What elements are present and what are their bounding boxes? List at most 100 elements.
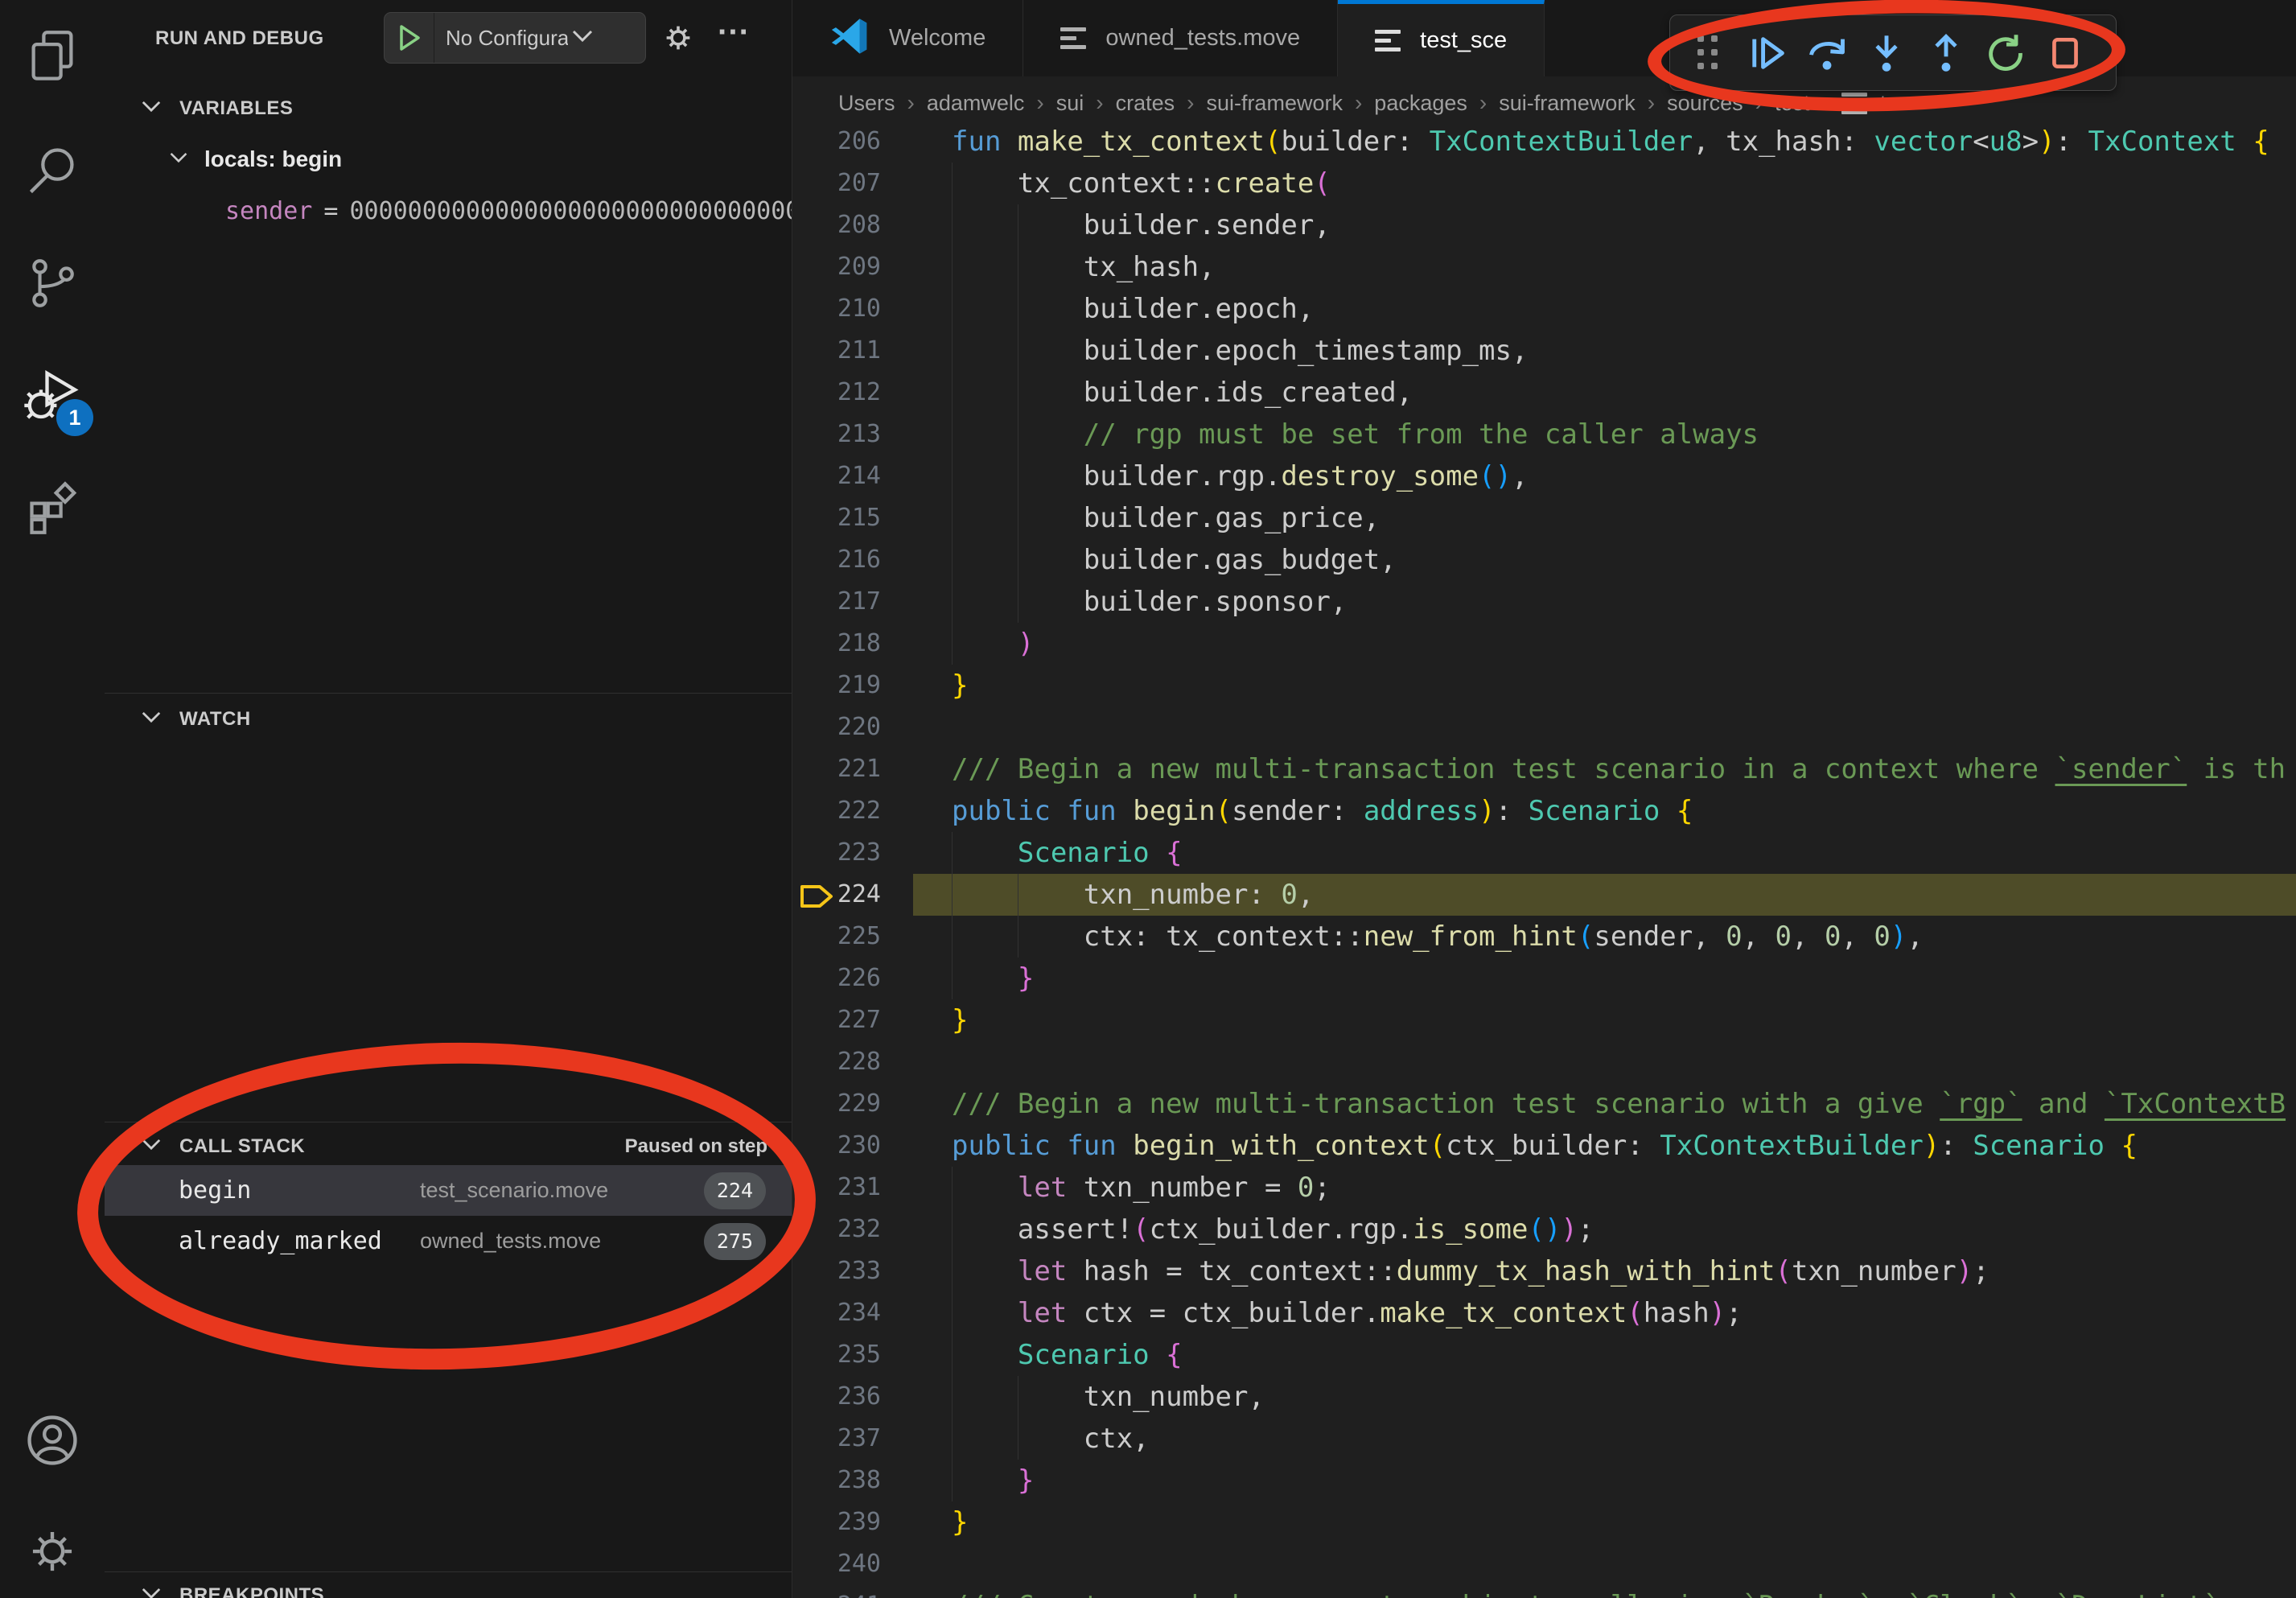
line-number[interactable]: 213 (792, 414, 913, 455)
explorer-icon[interactable] (0, 8, 105, 105)
breadcrumb-item[interactable]: sui (1056, 91, 1084, 116)
code-line[interactable]: 210 builder.epoch, (792, 288, 2296, 330)
code-line[interactable]: 221/// Begin a new multi-transaction tes… (792, 748, 2296, 790)
code-line[interactable]: 209 tx_hash, (792, 246, 2296, 288)
line-number[interactable]: 239 (792, 1501, 913, 1543)
line-number[interactable]: 231 (792, 1167, 913, 1209)
line-number[interactable]: 234 (792, 1292, 913, 1334)
code-line[interactable]: 235 Scenario { (792, 1334, 2296, 1376)
line-number[interactable]: 230 (792, 1125, 913, 1167)
line-number[interactable]: 224 (792, 874, 913, 916)
code-line[interactable]: 230public fun begin_with_context(ctx_bui… (792, 1125, 2296, 1167)
debug-settings-gear-icon[interactable] (660, 19, 697, 60)
code-line[interactable]: 239} (792, 1501, 2296, 1543)
code-line[interactable]: 208 builder.sender, (792, 204, 2296, 246)
line-number[interactable]: 211 (792, 330, 913, 372)
breadcrumb-item[interactable]: sui-framework (1499, 91, 1636, 116)
code-line[interactable]: 223 Scenario { (792, 832, 2296, 874)
code-line[interactable]: 207 tx_context::create( (792, 163, 2296, 204)
breadcrumb-item[interactable]: Users (838, 91, 895, 116)
step-over-button[interactable] (1800, 27, 1854, 80)
code-line[interactable]: 240 (792, 1543, 2296, 1585)
call-stack-frame[interactable]: begintest_scenario.move224 (105, 1165, 792, 1216)
code-line[interactable]: 214 builder.rgp.destroy_some(), (792, 455, 2296, 497)
code-line[interactable]: 219} (792, 665, 2296, 706)
line-number[interactable]: 225 (792, 916, 913, 958)
line-number[interactable]: 215 (792, 497, 913, 539)
line-number[interactable]: 229 (792, 1083, 913, 1125)
breadcrumb-item[interactable]: sources (1667, 91, 1743, 116)
variables-scope-row[interactable]: locals: begin (105, 137, 792, 182)
start-debug-play-icon[interactable] (385, 13, 434, 63)
step-into-button[interactable] (1860, 27, 1913, 80)
watch-section-header[interactable]: WATCH (105, 698, 792, 741)
code-line[interactable]: 237 ctx, (792, 1418, 2296, 1460)
code-line[interactable]: 215 builder.gas_price, (792, 497, 2296, 539)
code-line[interactable]: 218 ) (792, 623, 2296, 665)
code-line[interactable]: 226 } (792, 958, 2296, 999)
line-number[interactable]: 214 (792, 455, 913, 497)
code-line[interactable]: 213 // rgp must be set from the caller a… (792, 414, 2296, 455)
code-line[interactable]: 228 (792, 1041, 2296, 1083)
line-number[interactable]: 235 (792, 1334, 913, 1376)
line-number[interactable]: 209 (792, 246, 913, 288)
line-number[interactable]: 236 (792, 1376, 913, 1418)
line-number[interactable]: 207 (792, 163, 913, 204)
code-line[interactable]: 220 (792, 706, 2296, 748)
line-number[interactable]: 227 (792, 999, 913, 1041)
line-number[interactable]: 222 (792, 790, 913, 832)
stop-button[interactable] (2039, 27, 2092, 80)
tab-owned-tests-move[interactable]: owned_tests.move (1023, 0, 1338, 76)
code-line[interactable]: 232 assert!(ctx_builder.rgp.is_some()); (792, 1209, 2296, 1250)
toolbar-drag-handle[interactable] (1681, 27, 1734, 80)
line-number[interactable]: 233 (792, 1250, 913, 1292)
restart-button[interactable] (1979, 27, 2032, 80)
settings-gear-icon[interactable] (0, 1503, 105, 1598)
line-number[interactable]: 232 (792, 1209, 913, 1250)
source-control-icon[interactable] (0, 235, 105, 332)
code-line[interactable]: 217 builder.sponsor, (792, 581, 2296, 623)
tab-test-sce[interactable]: test_sce (1338, 0, 1545, 76)
line-number[interactable]: 210 (792, 288, 913, 330)
step-out-button[interactable] (1920, 27, 1973, 80)
code-line[interactable]: 233 let hash = tx_context::dummy_tx_hash… (792, 1250, 2296, 1292)
more-actions-icon[interactable]: ··· (718, 14, 750, 51)
code-line[interactable]: 229/// Begin a new multi-transaction tes… (792, 1083, 2296, 1125)
line-number[interactable]: 223 (792, 832, 913, 874)
code-line[interactable]: 212 builder.ids_created, (792, 372, 2296, 414)
continue-button[interactable] (1741, 27, 1794, 80)
breadcrumb-item[interactable]: test (1775, 91, 1810, 116)
code-line[interactable]: 231 let txn_number = 0; (792, 1167, 2296, 1209)
run-and-debug-icon[interactable]: 1 (0, 348, 105, 444)
code-line[interactable]: 236 txn_number, (792, 1376, 2296, 1418)
breadcrumb-item[interactable]: packages (1374, 91, 1467, 116)
line-number[interactable]: 216 (792, 539, 913, 581)
line-number[interactable]: 219 (792, 665, 913, 706)
code-line[interactable]: 227} (792, 999, 2296, 1041)
search-icon[interactable] (0, 122, 105, 219)
variables-section-header[interactable]: VARIABLES (105, 87, 792, 130)
line-number[interactable]: 206 (792, 130, 913, 163)
line-number[interactable]: 221 (792, 748, 913, 790)
line-number[interactable]: 218 (792, 623, 913, 665)
code-line[interactable]: 234 let ctx = ctx_builder.make_tx_contex… (792, 1292, 2296, 1334)
breadcrumb-item[interactable]: sui-framework (1206, 91, 1343, 116)
line-number[interactable]: 208 (792, 204, 913, 246)
line-number[interactable]: 220 (792, 706, 913, 748)
breadcrumb-item[interactable]: crates (1116, 91, 1175, 116)
line-number[interactable]: 212 (792, 372, 913, 414)
line-number[interactable]: 217 (792, 581, 913, 623)
breakpoints-section-header[interactable]: BREAKPOINTS (105, 1575, 792, 1598)
extensions-icon[interactable] (0, 460, 105, 557)
line-number[interactable]: 240 (792, 1543, 913, 1585)
code-line[interactable]: 225 ctx: tx_context::new_from_hint(sende… (792, 916, 2296, 958)
code-line[interactable]: 222public fun begin(sender: address): Sc… (792, 790, 2296, 832)
line-number[interactable]: 237 (792, 1418, 913, 1460)
line-number[interactable]: 226 (792, 958, 913, 999)
code-line[interactable]: 224 txn_number: 0, (792, 874, 2296, 916)
line-number[interactable]: 241 (792, 1585, 913, 1598)
code-line[interactable]: 241/// Creates and shares system objects… (792, 1585, 2296, 1598)
account-icon[interactable] (0, 1392, 105, 1489)
code-line[interactable]: 238 } (792, 1460, 2296, 1501)
debug-configuration-dropdown[interactable]: No Configura (384, 12, 646, 64)
